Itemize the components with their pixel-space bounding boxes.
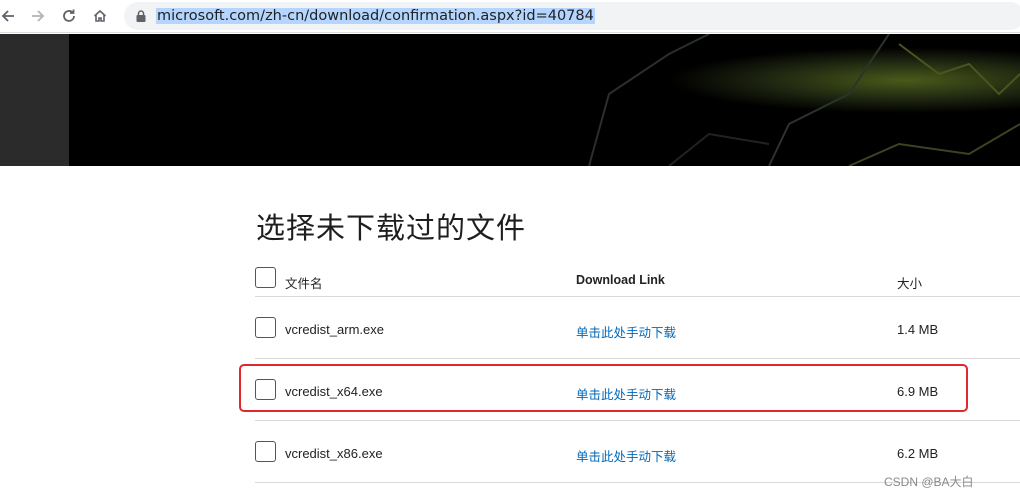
forward-arrow-icon[interactable] bbox=[26, 4, 50, 28]
watermark: CSDN @BA大白 bbox=[884, 475, 974, 489]
url-text[interactable]: microsoft.com/zh-cn/download/confirmatio… bbox=[156, 7, 595, 25]
file-name: vcredist_arm.exe bbox=[285, 322, 384, 337]
address-bar[interactable]: microsoft.com/zh-cn/download/confirmatio… bbox=[124, 2, 1020, 30]
reload-icon[interactable] bbox=[57, 4, 81, 28]
hero-banner bbox=[69, 34, 1020, 166]
hero-artwork bbox=[69, 34, 1020, 166]
home-icon[interactable] bbox=[88, 4, 112, 28]
highlight-annotation bbox=[239, 364, 968, 412]
file-checkbox[interactable] bbox=[255, 441, 276, 462]
column-header-link: Download Link bbox=[576, 273, 665, 287]
file-checkbox[interactable] bbox=[255, 317, 276, 338]
select-all-checkbox[interactable] bbox=[255, 267, 276, 288]
page-title: 选择未下载过的文件 bbox=[256, 211, 527, 245]
column-header-name: 文件名 bbox=[285, 277, 323, 291]
download-link[interactable]: 单击此处手动下载 bbox=[576, 446, 676, 465]
browser-toolbar: microsoft.com/zh-cn/download/confirmatio… bbox=[0, 0, 1020, 33]
column-header-size: 大小 bbox=[897, 277, 923, 291]
download-link[interactable]: 单击此处手动下载 bbox=[576, 322, 676, 341]
table-header: 文件名 Download Link 大小 bbox=[255, 257, 1020, 297]
file-name: vcredist_x86.exe bbox=[285, 446, 383, 461]
lock-icon[interactable] bbox=[134, 9, 148, 23]
back-arrow-icon[interactable] bbox=[0, 4, 20, 28]
file-size: 6.2 MB bbox=[897, 446, 939, 461]
hero-side-panel bbox=[0, 34, 69, 166]
file-size: 1.4 MB bbox=[897, 322, 939, 337]
table-row: vcredist_arm.exe 单击此处手动下载 1.4 MB bbox=[255, 297, 1020, 359]
